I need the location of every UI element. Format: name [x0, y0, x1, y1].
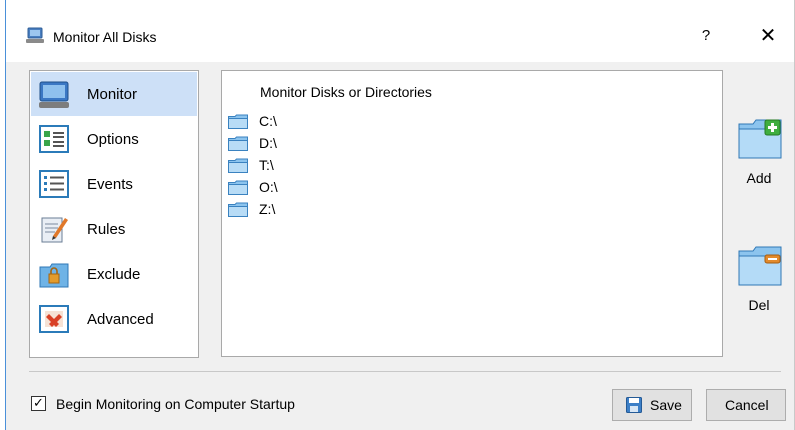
save-button[interactable]: Save: [612, 389, 692, 421]
row-label: O:\: [259, 179, 278, 195]
folder-icon: [228, 114, 248, 129]
close-button[interactable]: ✕: [750, 22, 786, 50]
nav-item-exclude[interactable]: Exclude: [31, 252, 197, 296]
advanced-icon: [39, 305, 69, 333]
list-item[interactable]: Z:\: [228, 199, 428, 221]
list-item[interactable]: C:\: [228, 111, 428, 133]
nav-item-advanced[interactable]: Advanced: [31, 297, 197, 341]
startup-label: Begin Monitoring on Computer Startup: [56, 396, 295, 412]
nav-item-rules[interactable]: Rules: [31, 207, 197, 251]
row-label: C:\: [259, 113, 277, 129]
del-label: Del: [748, 297, 770, 313]
nav-label-rules: Rules: [87, 221, 126, 238]
add-label: Add: [746, 170, 772, 186]
list-item[interactable]: T:\: [228, 155, 428, 177]
window-title: Monitor All Disks: [53, 29, 157, 45]
settings-nav: Monitor Options Events Rules Exclude Adv…: [29, 70, 199, 358]
events-icon: [39, 170, 69, 198]
nav-label-advanced: Advanced: [87, 311, 154, 328]
folder-icon: [228, 180, 248, 195]
add-folder-icon: [738, 119, 782, 159]
cancel-button[interactable]: Cancel: [706, 389, 786, 421]
floppy-disk-icon: [626, 397, 642, 413]
computer-icon: [26, 27, 44, 43]
nav-label-monitor: Monitor: [87, 86, 138, 103]
monitor-all-disks-dialog: Monitor All Disks ? ✕ Monitor Options Ev…: [5, 0, 795, 430]
help-button[interactable]: ?: [692, 24, 720, 48]
title-bar: Monitor All Disks ? ✕: [6, 0, 794, 62]
folder-icon: [228, 202, 248, 217]
nav-item-monitor[interactable]: Monitor: [31, 72, 197, 116]
add-button[interactable]: Add: [729, 118, 789, 198]
save-label: Save: [650, 397, 682, 413]
row-label: T:\: [259, 157, 274, 173]
monitor-icon: [39, 81, 69, 108]
delete-folder-icon: [738, 246, 782, 286]
nav-item-events[interactable]: Events: [31, 162, 197, 206]
row-label: D:\: [259, 135, 277, 151]
cancel-label: Cancel: [725, 397, 769, 413]
footer-separator: [29, 371, 781, 372]
nav-label-exclude: Exclude: [87, 266, 141, 283]
list-header: Monitor Disks or Directories: [260, 84, 432, 100]
options-icon: [39, 125, 69, 153]
checkmark-icon: ✓: [33, 395, 44, 410]
row-label: Z:\: [259, 201, 276, 217]
nav-label-options: Options: [87, 131, 139, 148]
delete-button[interactable]: Del: [729, 245, 789, 325]
exclude-icon: [39, 263, 69, 288]
monitored-paths-list[interactable]: Monitor Disks or Directories C:\ D:\ T:\: [221, 70, 723, 357]
folder-icon: [228, 136, 248, 151]
checkbox-box[interactable]: ✓: [31, 395, 46, 411]
list-item[interactable]: O:\: [228, 177, 428, 199]
list-item[interactable]: D:\: [228, 133, 428, 155]
folder-icon: [228, 158, 248, 173]
nav-label-events: Events: [87, 176, 133, 193]
rules-icon: [41, 217, 68, 243]
nav-item-options[interactable]: Options: [31, 117, 197, 161]
